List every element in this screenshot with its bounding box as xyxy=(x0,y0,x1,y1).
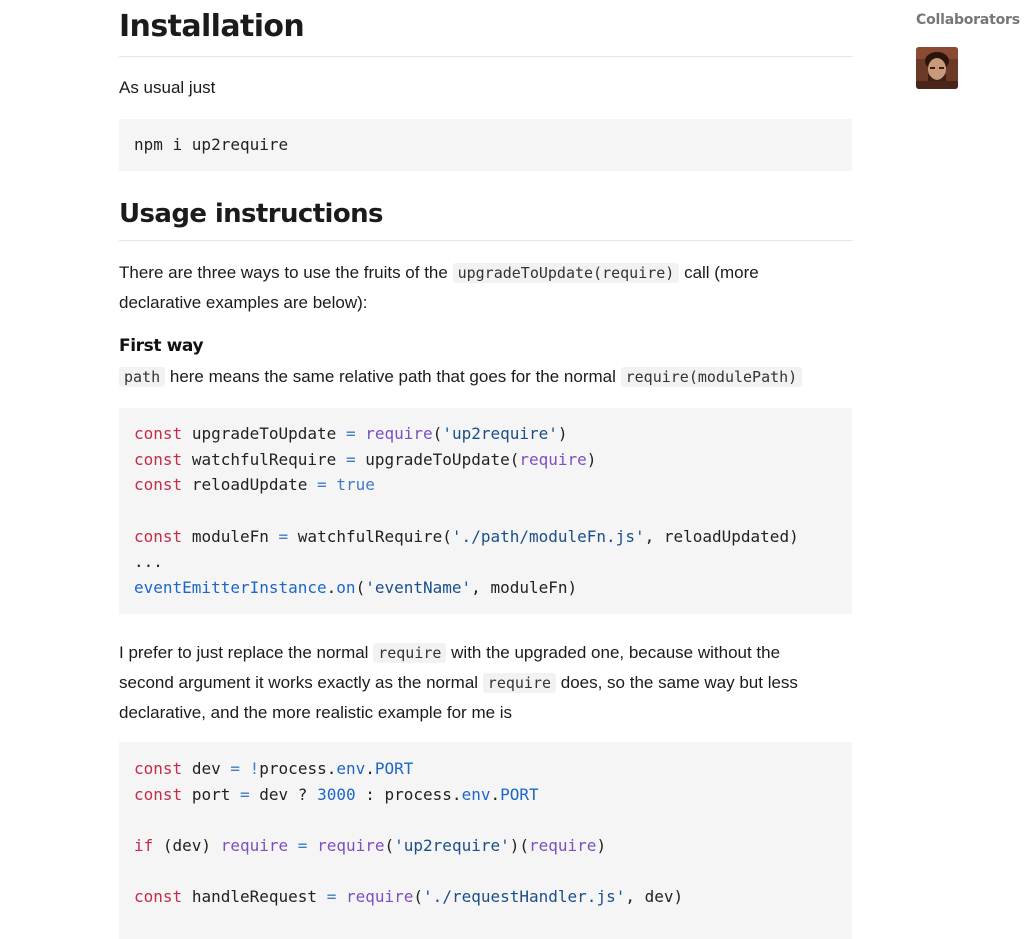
first-way-desc: path here means the same relative path t… xyxy=(119,362,852,392)
require-code: require xyxy=(482,673,557,693)
code-line: ... xyxy=(134,552,163,572)
code-line: const watchfulRequire = upgradeToUpdate(… xyxy=(134,449,597,469)
code-block-first-way[interactable]: const upgradeToUpdate = require('up2requ… xyxy=(119,408,852,614)
code-block-realistic[interactable]: const dev = !process.env.PORT const port… xyxy=(119,742,852,939)
usage-intro-before: There are three ways to use the fruits o… xyxy=(119,263,448,282)
usage-intro: There are three ways to use the fruits o… xyxy=(119,258,819,318)
install-text: As usual just xyxy=(119,78,216,97)
collaborators-heading: Collaborators xyxy=(916,12,1020,28)
code-line: eventEmitterInstance.on('eventName', mod… xyxy=(134,578,578,598)
collaborator-avatar[interactable] xyxy=(916,47,958,89)
code-line: const handleRequest = require('./request… xyxy=(134,887,684,907)
install-code-block[interactable]: npm i up2require xyxy=(119,119,852,171)
code-line: const reloadUpdate = true xyxy=(134,475,375,495)
first-way-heading: First way xyxy=(119,336,204,356)
install-command: npm i up2require xyxy=(134,135,289,154)
code-line: if (dev) require = require('up2require')… xyxy=(134,836,607,856)
usage-intro-code: upgradeToUpdate(require) xyxy=(452,263,680,283)
require-code: require xyxy=(373,643,447,663)
code-line: const moduleFn = watchfulRequire('./path… xyxy=(134,526,799,546)
preference-paragraph: I prefer to just replace the normal requ… xyxy=(119,638,809,728)
first-way-desc-middle: here means the same relative path that g… xyxy=(169,367,616,386)
path-code: path xyxy=(119,367,166,387)
code-line: const dev = !process.env.PORT xyxy=(134,759,414,778)
require-modulepath-code: require(modulePath) xyxy=(620,367,803,387)
pref-text-1: I prefer to just replace the normal xyxy=(119,643,369,662)
code-line: const port = dev ? 3000 : process.env.PO… xyxy=(134,784,539,804)
installation-heading: Installation xyxy=(119,10,852,57)
code-line: const upgradeToUpdate = require('up2requ… xyxy=(134,424,568,443)
usage-heading: Usage instructions xyxy=(119,197,852,241)
user-avatar-icon xyxy=(916,47,958,89)
